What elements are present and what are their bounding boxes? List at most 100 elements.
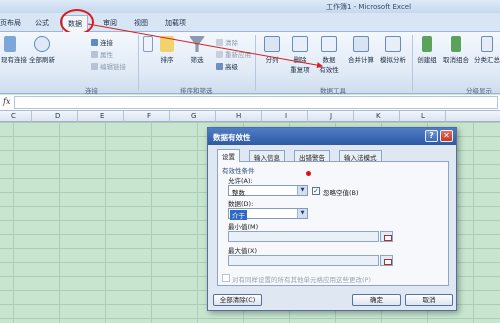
data-select[interactable]: 介于 ▼ [228, 208, 308, 220]
text-to-columns-icon [264, 36, 280, 52]
ignore-blank-label: 忽略空值(B) [323, 189, 359, 197]
refresh-icon [34, 36, 50, 52]
cancel-button[interactable]: 取消 [405, 294, 453, 306]
edit-links-button[interactable]: 编辑链接 [91, 61, 126, 71]
help-button[interactable]: ? [425, 130, 438, 142]
what-if-analysis-button[interactable]: 模拟分析 [377, 36, 409, 64]
column-divider[interactable] [445, 111, 446, 122]
existing-connections-button[interactable]: 现有连接 [1, 36, 27, 64]
refresh-all-button[interactable]: 全部刷新 [27, 36, 57, 64]
sort-label: 排序 [160, 56, 174, 64]
group-icon [422, 36, 432, 52]
tab-review[interactable]: 审阅 [103, 18, 117, 28]
column-header[interactable]: J [330, 112, 332, 120]
column-divider[interactable] [261, 111, 262, 122]
filter-label: 筛选 [190, 56, 204, 64]
group-button[interactable]: 创建组 [414, 36, 440, 64]
collapse-dialog-icon[interactable] [380, 255, 393, 266]
sort-button[interactable]: 排序 [157, 36, 177, 64]
allow-label: 允许(A): [228, 177, 253, 185]
minimum-label: 最小值(M) [228, 223, 259, 231]
column-header[interactable]: E [100, 112, 104, 120]
data-validation-button[interactable]: 数据 有效性 [315, 36, 343, 74]
column-header[interactable]: C [11, 112, 16, 120]
column-header[interactable]: H [236, 112, 241, 120]
link-icon [91, 39, 98, 46]
maximum-label: 最大值(X) [228, 247, 258, 255]
edit-links-icon [91, 63, 98, 70]
ignore-blank-checkbox[interactable]: ✓ [312, 187, 320, 195]
close-button[interactable]: ✕ [440, 130, 453, 142]
column-divider[interactable] [307, 111, 308, 122]
tab-input-message[interactable]: 输入信息 [249, 150, 285, 162]
group-label-outline: 分级显示 [466, 87, 492, 95]
tab-settings[interactable]: 设置 [217, 149, 240, 162]
column-header[interactable]: F [147, 112, 151, 120]
column-header[interactable]: I [285, 112, 287, 120]
apply-all-checkbox[interactable] [222, 274, 230, 282]
reapply-icon [216, 51, 223, 58]
clear-label: 清除 [225, 39, 238, 47]
tab-addins[interactable]: 加载项 [165, 18, 186, 28]
ungroup-button[interactable]: 取消组合 [441, 36, 471, 64]
settings-panel: 有效性条件 允许(A): 整数 ▼ ✓ 忽略空值(B) 数据(D): 介于 ▼ … [217, 161, 449, 286]
maximum-input[interactable] [228, 255, 379, 266]
advanced-filter-button[interactable]: 高级 [216, 61, 238, 71]
advanced-label: 高级 [225, 63, 238, 71]
dropdown-arrow-icon[interactable]: ▼ [297, 209, 307, 218]
tab-view[interactable]: 视图 [134, 18, 148, 28]
reapply-label: 重新应用 [225, 51, 251, 59]
data-validation-label-2: 有效性 [319, 66, 339, 74]
group-label: 创建组 [417, 56, 437, 64]
column-header[interactable]: D [55, 112, 60, 120]
fx-icon[interactable]: fx [3, 97, 10, 106]
tab-formulas[interactable]: 公式 [35, 18, 49, 28]
consolidate-button[interactable]: 合并计算 [345, 36, 377, 64]
filter-button[interactable]: 筛选 [187, 36, 207, 64]
tab-error-alert[interactable]: 出错警告 [294, 150, 330, 162]
column-header[interactable]: G [191, 112, 196, 120]
filter-icon [189, 36, 205, 52]
edit-links-label: 编辑链接 [100, 63, 126, 71]
tab-ime-mode[interactable]: 输入法模式 [339, 150, 382, 162]
collapse-dialog-icon[interactable] [380, 231, 393, 242]
column-divider[interactable] [215, 111, 216, 122]
column-divider[interactable] [31, 111, 32, 122]
group-separator [412, 35, 413, 91]
apply-all-label: 对有同样设置的所有其他单元格应用这些更改(P) [232, 276, 371, 284]
remove-duplicates-icon [292, 36, 308, 52]
sort-az-button[interactable] [141, 36, 155, 54]
ribbon: 现有连接 全部刷新 连接 属性 编辑链接 连接 排序 筛选 清除 重新应用 高级… [0, 32, 500, 95]
group-label-connections: 连接 [85, 87, 98, 95]
dropdown-arrow-icon[interactable]: ▼ [297, 186, 307, 195]
text-to-columns-button[interactable]: 分列 [260, 36, 284, 64]
column-divider[interactable] [169, 111, 170, 122]
existing-connections-label: 现有连接 [1, 56, 27, 64]
column-divider[interactable] [353, 111, 354, 122]
group-separator [255, 35, 256, 91]
advanced-icon [216, 63, 223, 70]
dialog-title-bar[interactable]: 数据有效性 ? ✕ [208, 128, 456, 145]
reapply-button[interactable]: 重新应用 [216, 49, 251, 59]
clear-all-button[interactable]: 全部清除(C) [213, 294, 262, 306]
allow-value: 整数 [232, 189, 245, 197]
subtotal-button[interactable]: 分类汇总 [472, 36, 500, 64]
allow-select[interactable]: 整数 ▼ [228, 185, 308, 197]
remove-duplicates-button[interactable]: 删除 重复项 [285, 36, 315, 74]
column-header[interactable]: L [421, 112, 425, 120]
column-header[interactable]: K [376, 112, 381, 120]
what-if-icon [385, 36, 401, 52]
column-divider[interactable] [123, 111, 124, 122]
formula-input[interactable] [14, 96, 498, 109]
properties-icon [91, 51, 98, 58]
sort-az-icon [143, 36, 153, 52]
clear-filter-button[interactable]: 清除 [216, 37, 238, 47]
data-validation-dialog: 数据有效性 ? ✕ 设置 输入信息 出错警告 输入法模式 有效性条件 允许(A)… [207, 127, 457, 311]
connections-button[interactable]: 连接 [91, 37, 113, 47]
properties-button[interactable]: 属性 [91, 49, 113, 59]
tab-page-layout[interactable]: 页布局 [0, 18, 21, 28]
column-divider[interactable] [77, 111, 78, 122]
minimum-input[interactable] [228, 231, 379, 242]
ok-button[interactable]: 确定 [352, 294, 401, 306]
column-divider[interactable] [399, 111, 400, 122]
